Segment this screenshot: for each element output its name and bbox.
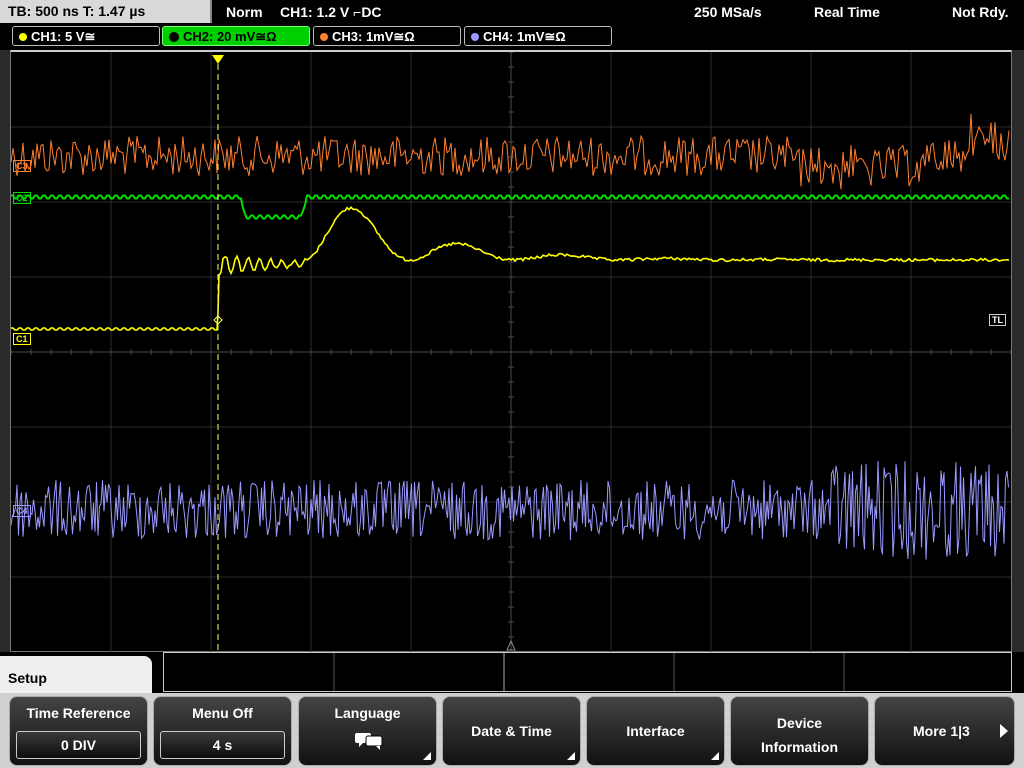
channel-2-ground-marker[interactable]: C2 (13, 192, 31, 204)
time-reference-button[interactable]: Time Reference 0 DIV (9, 696, 148, 766)
status-bar: TB: 500 ns T: 1.47 µs Norm CH1: 1.2 V ⌐D… (0, 0, 1024, 24)
waveform-display[interactable]: C3 C2 C1 C4 TL (10, 50, 1012, 652)
trigger-mode[interactable]: Norm (226, 0, 263, 24)
speech-bubbles-icon (355, 733, 383, 750)
left-edge (0, 50, 10, 652)
channel-1-label: CH1: 5 V≅ (31, 29, 96, 44)
device-information-button[interactable]: Device Information (730, 696, 869, 766)
acquisition-status: Not Rdy. (952, 4, 1009, 20)
channel-4-waveform (11, 461, 1009, 560)
trigger-position-marker[interactable] (212, 55, 224, 64)
date-time-label: Date & Time (471, 723, 552, 739)
channel-bar: CH1: 5 V≅ CH2: 20 mV≅Ω CH3: 1mV≅Ω CH4: 1… (0, 26, 1024, 48)
more-label: More 1|3 (913, 723, 970, 739)
channel-3-dot-icon (320, 32, 328, 41)
language-label: Language (334, 705, 401, 721)
acquisition-mode: Real Time (814, 4, 880, 20)
menu-off-button[interactable]: Menu Off 4 s (153, 696, 292, 766)
sample-rate: 250 MSa/s (694, 4, 762, 20)
channel-4-dot-icon (471, 32, 479, 41)
more-button[interactable]: More 1|3 (874, 696, 1015, 766)
trigger-level-marker[interactable]: TL (989, 314, 1006, 326)
channel-2-dot-icon (169, 31, 179, 42)
secondary-display (163, 652, 1012, 692)
device-information-label: Device Information (761, 715, 838, 755)
channel-3-waveform (11, 113, 1010, 190)
channel-1-ground-marker[interactable]: C1 (13, 333, 31, 345)
interface-button[interactable]: Interface (586, 696, 725, 766)
time-reference-label: Time Reference (26, 705, 131, 721)
interface-label: Interface (626, 723, 685, 739)
channel-4-tab[interactable]: CH4: 1mV≅Ω (464, 26, 612, 46)
channel-1-tab[interactable]: CH1: 5 V≅ (12, 26, 160, 46)
waveform-canvas (11, 52, 1011, 652)
channel-3-ground-marker[interactable]: C3 (13, 160, 31, 172)
submenu-indicator-icon (567, 752, 575, 760)
next-page-arrow-icon (1000, 724, 1008, 738)
submenu-indicator-icon (711, 752, 719, 760)
channel-2-waveform (11, 194, 1009, 220)
secondary-grid (333, 653, 845, 691)
submenu-indicator-icon (423, 752, 431, 760)
timebase-readout[interactable]: TB: 500 ns T: 1.47 µs (0, 0, 212, 23)
menu-off-label: Menu Off (192, 705, 253, 721)
menu-off-value: 4 s (160, 731, 285, 759)
channel-3-label: CH3: 1mV≅Ω (332, 29, 415, 44)
menu-title: Setup (0, 656, 152, 696)
channel-4-label: CH4: 1mV≅Ω (483, 29, 566, 44)
channel-3-tab[interactable]: CH3: 1mV≅Ω (313, 26, 461, 46)
channel-1-waveform (11, 206, 1010, 331)
time-reference-value: 0 DIV (16, 731, 141, 759)
right-edge (1012, 50, 1024, 652)
date-time-button[interactable]: Date & Time (442, 696, 581, 766)
channel-4-ground-marker[interactable]: C4 (13, 505, 31, 517)
language-button[interactable]: Language (298, 696, 437, 766)
trigger-source[interactable]: CH1: 1.2 V ⌐DC (280, 0, 382, 24)
channel-1-dot-icon (19, 32, 27, 41)
graticule (11, 52, 1011, 652)
channel-2-tab[interactable]: CH2: 20 mV≅Ω (162, 26, 310, 46)
channel-2-label: CH2: 20 mV≅Ω (183, 29, 277, 44)
